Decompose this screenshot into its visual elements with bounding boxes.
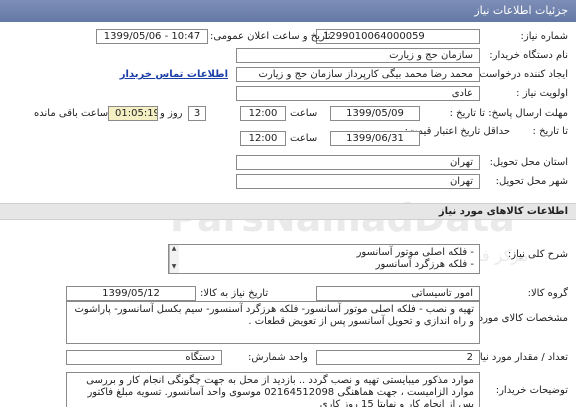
need-date-field: 1399/05/12 (66, 286, 196, 301)
delivery-province-field: تهران (236, 155, 480, 170)
need-number-field: 1299010064000059 (316, 29, 480, 44)
reply-time-field: 12:00 (240, 106, 286, 121)
goods-line-1: - فلکه اصلی موتور آسانسور (356, 247, 474, 258)
remaining-time-field: 01:05:19 (108, 106, 158, 121)
goods-group-label: گروه کالا: (527, 288, 568, 299)
reply-time-label: ساعت (290, 108, 318, 119)
unit-field: دستگاه (66, 350, 222, 365)
buyer-org-label: نام دستگاه خریدار: (489, 50, 568, 61)
announce-datetime-label: تاریخ و ساعت اعلان عمومی: (210, 31, 331, 42)
goods-name-scrollbar[interactable]: ▲ ▼ (169, 245, 179, 273)
validity-time-label: ساعت (290, 133, 318, 144)
buyer-contact-link[interactable]: اطلاعات تماس خریدار (120, 69, 228, 80)
buyer-desc-label: توضیحات خریدار: (495, 385, 568, 396)
unit-label: واحد شمارش: (248, 352, 308, 363)
reply-date-field: 1399/05/09 (330, 106, 420, 121)
remaining-days-field: 3 (188, 106, 206, 121)
validity-date-field: 1399/06/31 (330, 131, 420, 146)
delivery-city-label: شهر محل تحویل: (495, 176, 568, 187)
priority-label: اولویت نیاز : (516, 88, 568, 99)
page-header: جزئیات اطلاعات نیاز (0, 0, 576, 22)
scroll-up-icon[interactable]: ▲ (170, 245, 178, 253)
remaining-days-label: روز و (160, 108, 183, 119)
goods-group-field: امور تاسیساتی (316, 286, 480, 301)
quantity-label: تعداد / مقدار مورد نیاز: (471, 352, 568, 363)
goods-specs-box: تهیه و نصب - فلکه اصلی موتور آسانسور- فل… (66, 301, 480, 344)
goods-info-section: اطلاعات کالاهای مورد نیاز (0, 203, 576, 220)
delivery-city-field: تهران (236, 174, 480, 189)
validity-to-date-label: تا تاریخ : (532, 126, 568, 137)
announce-datetime-field: 1399/05/06 - 10:47 (96, 29, 208, 44)
delivery-province-label: استان محل تحویل: (489, 157, 568, 168)
need-number-label: شماره نیاز: (520, 31, 569, 42)
buyer-org-field: سازمان حج و زیارت (236, 48, 480, 63)
remaining-label: ساعت باقی مانده (34, 108, 109, 119)
goods-name-label: شرح کلی نیاز: (507, 249, 568, 260)
need-date-label: تاریخ نیاز به کالا: (200, 288, 269, 299)
quantity-field: 2 (316, 350, 480, 365)
buyer-desc-box: موارد مذکور میبایستی تهیه و نصب گردد .. … (66, 372, 480, 407)
validity-time-field: 12:00 (240, 131, 286, 146)
price-validity-label: حداقل تاریخ اعتبار قیمت: (404, 126, 510, 137)
reply-deadline-label: مهلت ارسال پاسخ: تا تاریخ : (449, 108, 568, 119)
scroll-down-icon[interactable]: ▼ (170, 263, 178, 271)
creator-label: ایجاد کننده درخواست: (475, 69, 568, 80)
goods-line-2: - فلکه هرزگرد آسانسور (375, 259, 474, 270)
priority-field: عادی (236, 86, 480, 101)
creator-field: محمد رضا محمد بیگی کارپرداز سازمان حج و … (236, 67, 480, 82)
goods-name-box[interactable]: - فلکه اصلی موتور آسانسور - فلکه هرزگرد … (168, 244, 480, 274)
